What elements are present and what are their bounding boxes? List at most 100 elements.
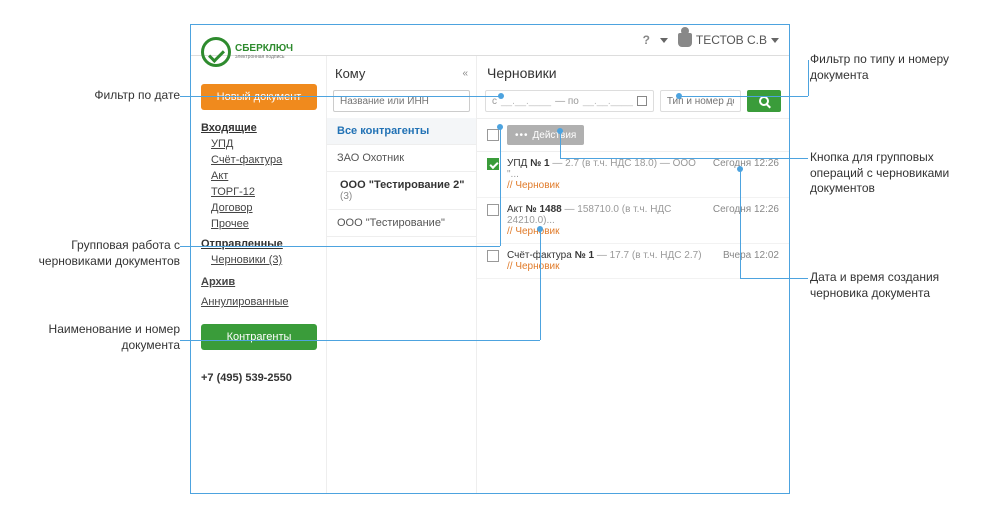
doc-checkbox[interactable] — [487, 204, 499, 216]
doc-timestamp: Сегодня 12:26 — [713, 204, 779, 215]
counterparty-header: Кому « — [327, 56, 476, 90]
doc-title: Счёт-фактура № 1 — 17.7 (в т.ч. НДС 2.7) — [507, 250, 715, 261]
pointer-line — [180, 340, 540, 341]
user-menu[interactable]: ТЕСТОВ С.В — [678, 33, 779, 47]
counterparty-item-1[interactable]: ЗАО Охотник — [327, 145, 476, 172]
document-list: УПД № 1 — 2.7 (в т.ч. НДС 18.0) — ООО ".… — [477, 152, 789, 493]
counterparty-item-3[interactable]: ООО "Тестирование" — [327, 210, 476, 237]
date-to-field[interactable]: __.__.____ — [583, 96, 633, 107]
counterparty-item-2-count: (3) — [340, 191, 466, 202]
date-sep: — по — [555, 96, 579, 107]
counterparty-header-label: Кому — [335, 66, 365, 81]
nav-item-drafts[interactable]: Черновики (3) — [201, 252, 318, 268]
calendar-icon[interactable] — [637, 96, 647, 106]
type-filter-input[interactable] — [660, 90, 741, 112]
pointer-dot — [497, 124, 503, 130]
doc-draft-badge: // Черновик — [507, 261, 715, 272]
doc-main: Акт № 1488 — 158710.0 (в т.ч. НДС 24210.… — [507, 204, 705, 237]
nav-incoming: Входящие УПД Счёт-фактура Акт ТОРГ-12 До… — [201, 122, 318, 232]
nav-item-upd[interactable]: УПД — [201, 136, 318, 152]
document-row[interactable]: Счёт-фактура № 1 — 17.7 (в т.ч. НДС 2.7)… — [477, 244, 789, 279]
document-row[interactable]: Акт № 1488 — 158710.0 (в т.ч. НДС 24210.… — [477, 198, 789, 244]
counterparty-item-2[interactable]: ООО "Тестирование 2" (3) — [327, 172, 476, 210]
counterparty-search — [333, 90, 470, 112]
doc-number: № 1 — [575, 250, 595, 261]
pointer-line — [180, 246, 500, 247]
documents-header: Черновики — [477, 56, 789, 90]
callout-type-num-filter: Фильтр по типу и номеру документа — [810, 52, 960, 83]
callout-group-ops-btn: Кнопка для групповых операций с черновик… — [810, 150, 970, 197]
search-icon — [759, 96, 769, 106]
logo-mark-icon — [201, 37, 231, 67]
type-filter — [660, 90, 741, 112]
new-document-button[interactable]: Новый документ — [201, 84, 317, 110]
callout-date-filter: Фильтр по дате — [20, 88, 180, 104]
nav-item-akt[interactable]: Акт — [201, 168, 318, 184]
dots-icon: ••• — [515, 130, 529, 141]
support-phone: +7 (495) 539-2550 — [201, 372, 318, 384]
nav-item-voided[interactable]: Аннулированные — [201, 294, 318, 310]
nav-item-other[interactable]: Прочее — [201, 216, 318, 232]
date-filter[interactable]: с __.__.____ — по __.__.____ — [485, 90, 654, 112]
help-icon[interactable]: ? — [643, 33, 650, 47]
doc-draft-badge: // Черновик — [507, 180, 705, 191]
counterparty-panel: Кому « Все контрагенты ЗАО Охотник ООО "… — [327, 56, 477, 493]
doc-meta: — 17.7 (в т.ч. НДС 2.7) — [597, 250, 702, 261]
doc-timestamp: Вчера 12:02 — [723, 250, 779, 261]
nav-outgoing-title[interactable]: Отправленные — [201, 238, 318, 250]
pointer-line — [500, 126, 501, 246]
nav-item-invoice[interactable]: Счёт-фактура — [201, 152, 318, 168]
callout-doc-datetime: Дата и время создания черновика документ… — [810, 270, 960, 301]
pointer-dot — [737, 166, 743, 172]
doc-title: УПД № 1 — 2.7 (в т.ч. НДС 18.0) — ООО ".… — [507, 158, 705, 180]
counterparty-item-all[interactable]: Все контрагенты — [327, 118, 476, 145]
search-button[interactable] — [747, 90, 781, 112]
pointer-dot — [676, 93, 682, 99]
documents-panel: Черновики с __.__.____ — по __.__.____ — [477, 56, 789, 493]
sidebar: СБЕРКЛЮЧ электронная подпись Новый докум… — [191, 56, 327, 493]
body-area: СБЕРКЛЮЧ электронная подпись Новый докум… — [191, 55, 789, 493]
bulk-actions-button[interactable]: ••• Действия — [507, 125, 584, 145]
nav-item-contract[interactable]: Договор — [201, 200, 318, 216]
counterparty-search-input[interactable] — [333, 90, 470, 112]
doc-type: УПД — [507, 158, 527, 169]
app-window: ? ТЕСТОВ С.В СБЕРКЛЮЧ электронная подпис… — [190, 24, 790, 494]
user-chevron-down-icon — [771, 38, 779, 43]
user-icon — [678, 33, 692, 47]
select-all-checkbox[interactable] — [487, 129, 499, 141]
doc-checkbox[interactable] — [487, 158, 499, 170]
pointer-line — [740, 278, 808, 279]
bulk-actions-label: Действия — [533, 130, 577, 141]
nav-incoming-title[interactable]: Входящие — [201, 122, 318, 134]
nav-item-archive[interactable]: Архив — [201, 274, 318, 290]
doc-number: № 1488 — [526, 204, 562, 215]
pointer-line — [740, 168, 741, 278]
nav-item-torg12[interactable]: ТОРГ-12 — [201, 184, 318, 200]
doc-number: № 1 — [530, 158, 550, 169]
pointer-line — [180, 96, 500, 97]
counterparties-button[interactable]: Контрагенты — [201, 324, 317, 350]
date-from-field[interactable]: __.__.____ — [501, 96, 551, 107]
pointer-dot — [557, 128, 563, 134]
pointer-line — [560, 158, 808, 159]
pointer-line — [808, 60, 809, 96]
pointer-line — [540, 228, 541, 340]
user-name: ТЕСТОВ С.В — [696, 33, 767, 47]
nav-outgoing: Отправленные Черновики (3) — [201, 238, 318, 268]
doc-main: УПД № 1 — 2.7 (в т.ч. НДС 18.0) — ООО ".… — [507, 158, 705, 191]
doc-title: Акт № 1488 — 158710.0 (в т.ч. НДС 24210.… — [507, 204, 705, 226]
logo-brand: СБЕРКЛЮЧ — [235, 44, 293, 54]
logo: СБЕРКЛЮЧ электронная подпись — [201, 34, 319, 70]
filter-row: с __.__.____ — по __.__.____ — [477, 90, 789, 118]
date-from-prefix: с — [492, 96, 497, 107]
collapse-icon[interactable]: « — [462, 68, 468, 79]
counterparty-item-2-label: ООО "Тестирование 2" — [340, 179, 464, 191]
doc-timestamp: Сегодня 12:26 — [713, 158, 779, 169]
callout-doc-name-num: Наименование и номер документа — [20, 322, 180, 353]
pointer-line — [560, 130, 561, 158]
logo-tagline: электронная подпись — [235, 54, 293, 60]
doc-checkbox[interactable] — [487, 250, 499, 262]
callout-group-work: Групповая работа с черновиками документо… — [20, 238, 180, 269]
help-chevron-down-icon[interactable] — [660, 38, 668, 43]
pointer-line — [680, 96, 808, 97]
